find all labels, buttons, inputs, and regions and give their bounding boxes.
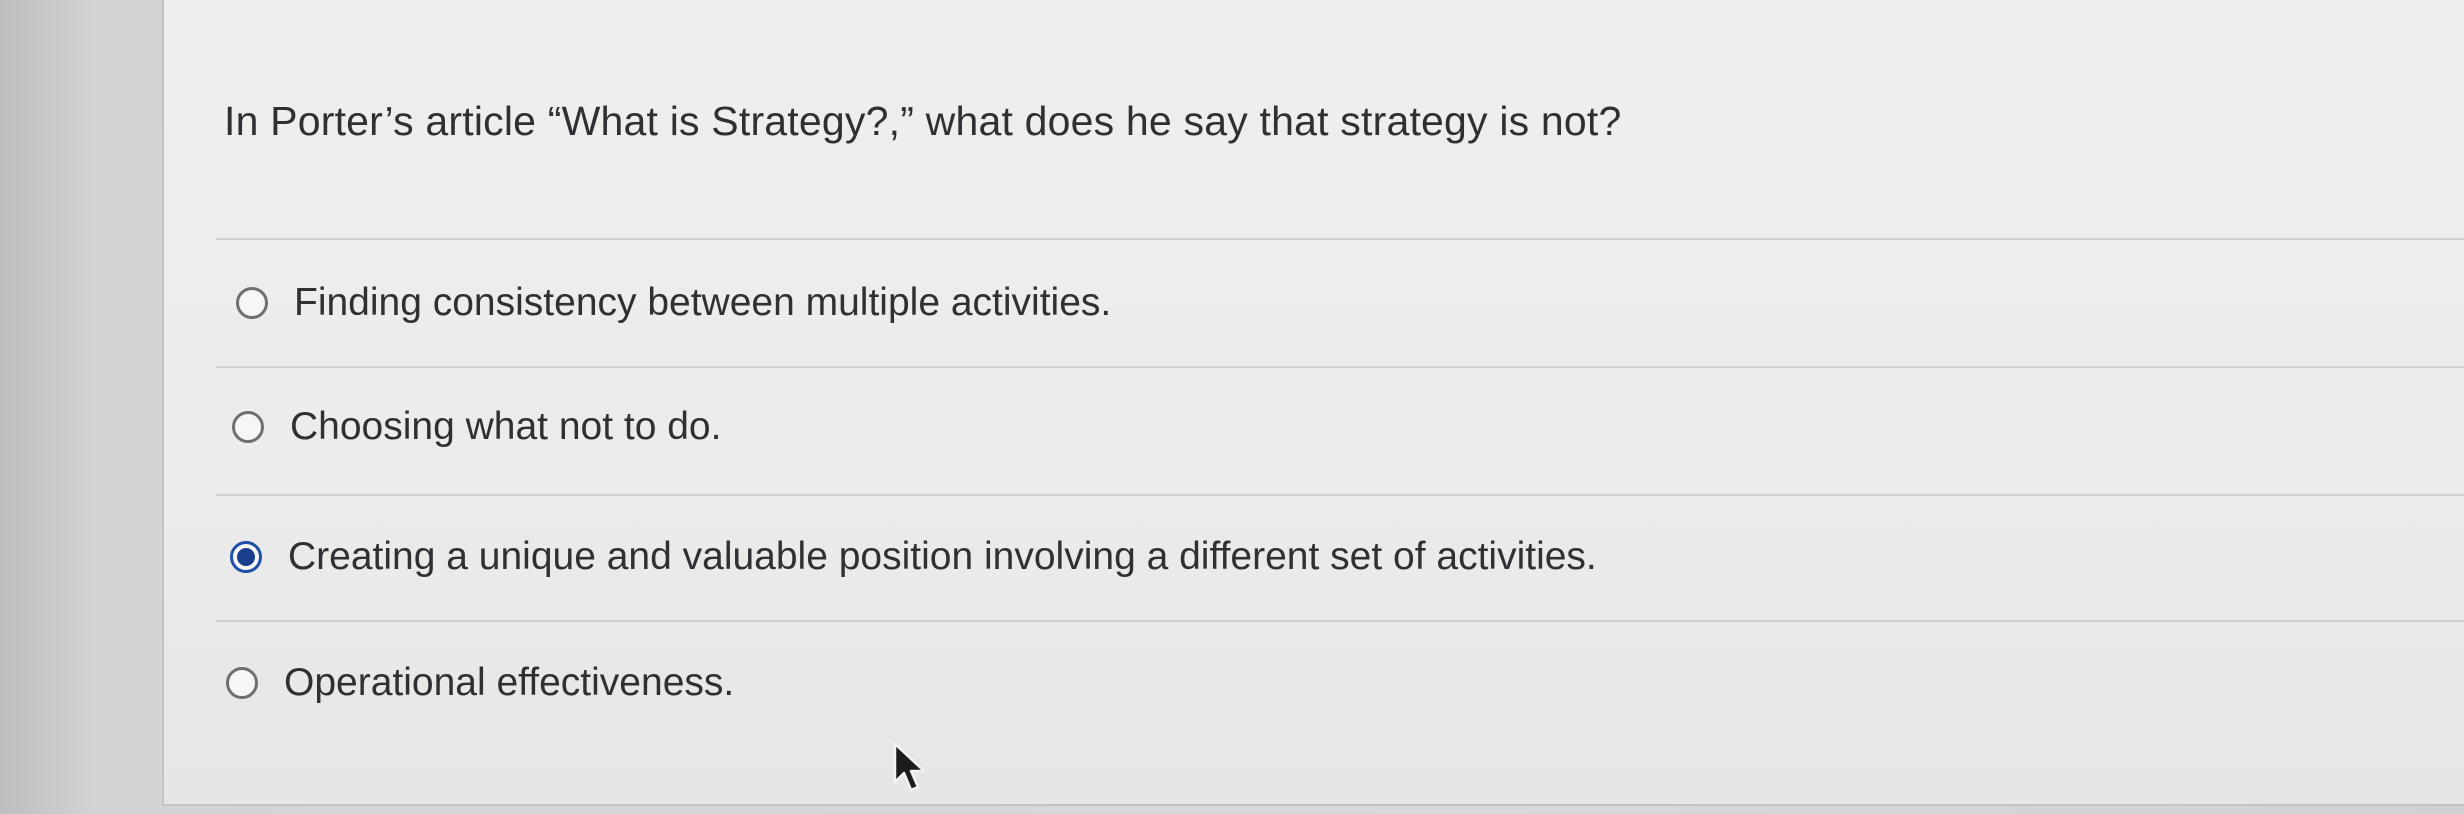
divider xyxy=(216,494,2464,496)
answer-option-1[interactable]: Finding consistency between multiple act… xyxy=(236,270,1111,336)
screen: In Porter’s article “What is Strategy?,”… xyxy=(0,0,2464,814)
divider xyxy=(216,238,2464,240)
answer-option-4[interactable]: Operational effectiveness. xyxy=(226,650,734,716)
question-card: In Porter’s article “What is Strategy?,”… xyxy=(162,0,2464,806)
mouse-pointer-icon xyxy=(893,742,926,792)
radio-button-unchecked[interactable] xyxy=(236,287,268,319)
answer-label: Choosing what not to do. xyxy=(290,405,722,448)
answer-option-2[interactable]: Choosing what not to do. xyxy=(232,394,721,460)
radio-button-unchecked[interactable] xyxy=(226,667,258,699)
answer-label: Creating a unique and valuable position … xyxy=(288,535,1597,578)
radio-button-unchecked[interactable] xyxy=(232,411,264,443)
answer-option-3[interactable]: Creating a unique and valuable position … xyxy=(230,524,1597,590)
divider xyxy=(216,366,2464,368)
question-text: In Porter’s article “What is Strategy?,”… xyxy=(224,98,1622,144)
radio-button-checked[interactable] xyxy=(230,541,262,573)
answer-label: Operational effectiveness. xyxy=(284,661,735,704)
divider xyxy=(216,620,2464,622)
answer-label: Finding consistency between multiple act… xyxy=(294,281,1112,324)
